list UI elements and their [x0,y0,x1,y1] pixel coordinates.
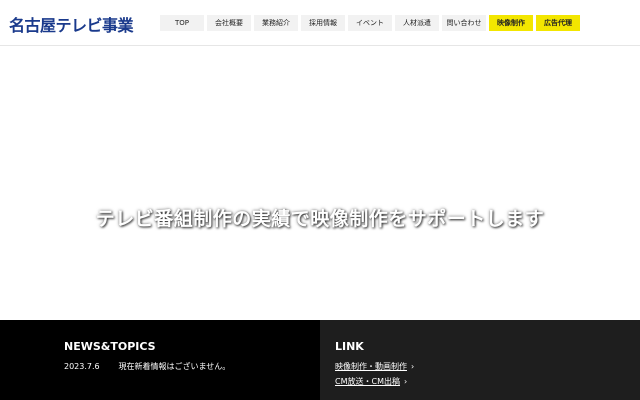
link-heading: LINK [335,340,364,353]
chevron-right-icon: › [411,362,415,371]
link-label[interactable]: CM放送・CM出稿 [335,377,400,386]
news-item: 2023.7.6 現在新着情報はございません。 [64,361,230,372]
nav-item-events[interactable]: イベント [348,15,392,31]
nav-item-contact[interactable]: 問い合わせ [442,15,486,31]
link-video-production[interactable]: 映像制作・動画制作 › [335,361,414,372]
nav-item-company[interactable]: 会社概要 [207,15,251,31]
news-date: 2023.7.6 [64,362,100,371]
news-text: 現在新着情報はございません。 [118,362,231,371]
main-nav: TOP 会社概要 業務紹介 採用情報 イベント 人材派遣 問い合わせ 映像制作 … [160,15,580,31]
chevron-right-icon: › [403,377,408,386]
nav-item-video-production[interactable]: 映像制作 [489,15,533,31]
link-label[interactable]: 映像制作・動画制作 [335,362,407,371]
link-cm-broadcast[interactable]: CM放送・CM出稿 › [335,376,407,387]
site-header: 名古屋テレビ事業 TOP 会社概要 業務紹介 採用情報 イベント 人材派遣 問い… [0,0,640,46]
link-section: LINK 映像制作・動画制作 › CM放送・CM出稿 › [320,320,640,400]
nav-item-staffing[interactable]: 人材派遣 [395,15,439,31]
news-heading: NEWS&TOPICS [64,340,156,353]
news-section: NEWS&TOPICS 2023.7.6 現在新着情報はございません。 [0,320,320,400]
nav-item-top[interactable]: TOP [160,15,204,31]
site-logo[interactable]: 名古屋テレビ事業 [9,12,134,36]
page: 名古屋テレビ事業 TOP 会社概要 業務紹介 採用情報 イベント 人材派遣 問い… [0,0,640,400]
nav-item-services[interactable]: 業務紹介 [254,15,298,31]
nav-item-recruit[interactable]: 採用情報 [301,15,345,31]
hero-section: テレビ番組制作の実績で映像制作をサポートします [0,47,640,320]
hero-tagline: テレビ番組制作の実績で映像制作をサポートします [95,208,545,230]
nav-item-advertising[interactable]: 広告代理 [536,15,580,31]
